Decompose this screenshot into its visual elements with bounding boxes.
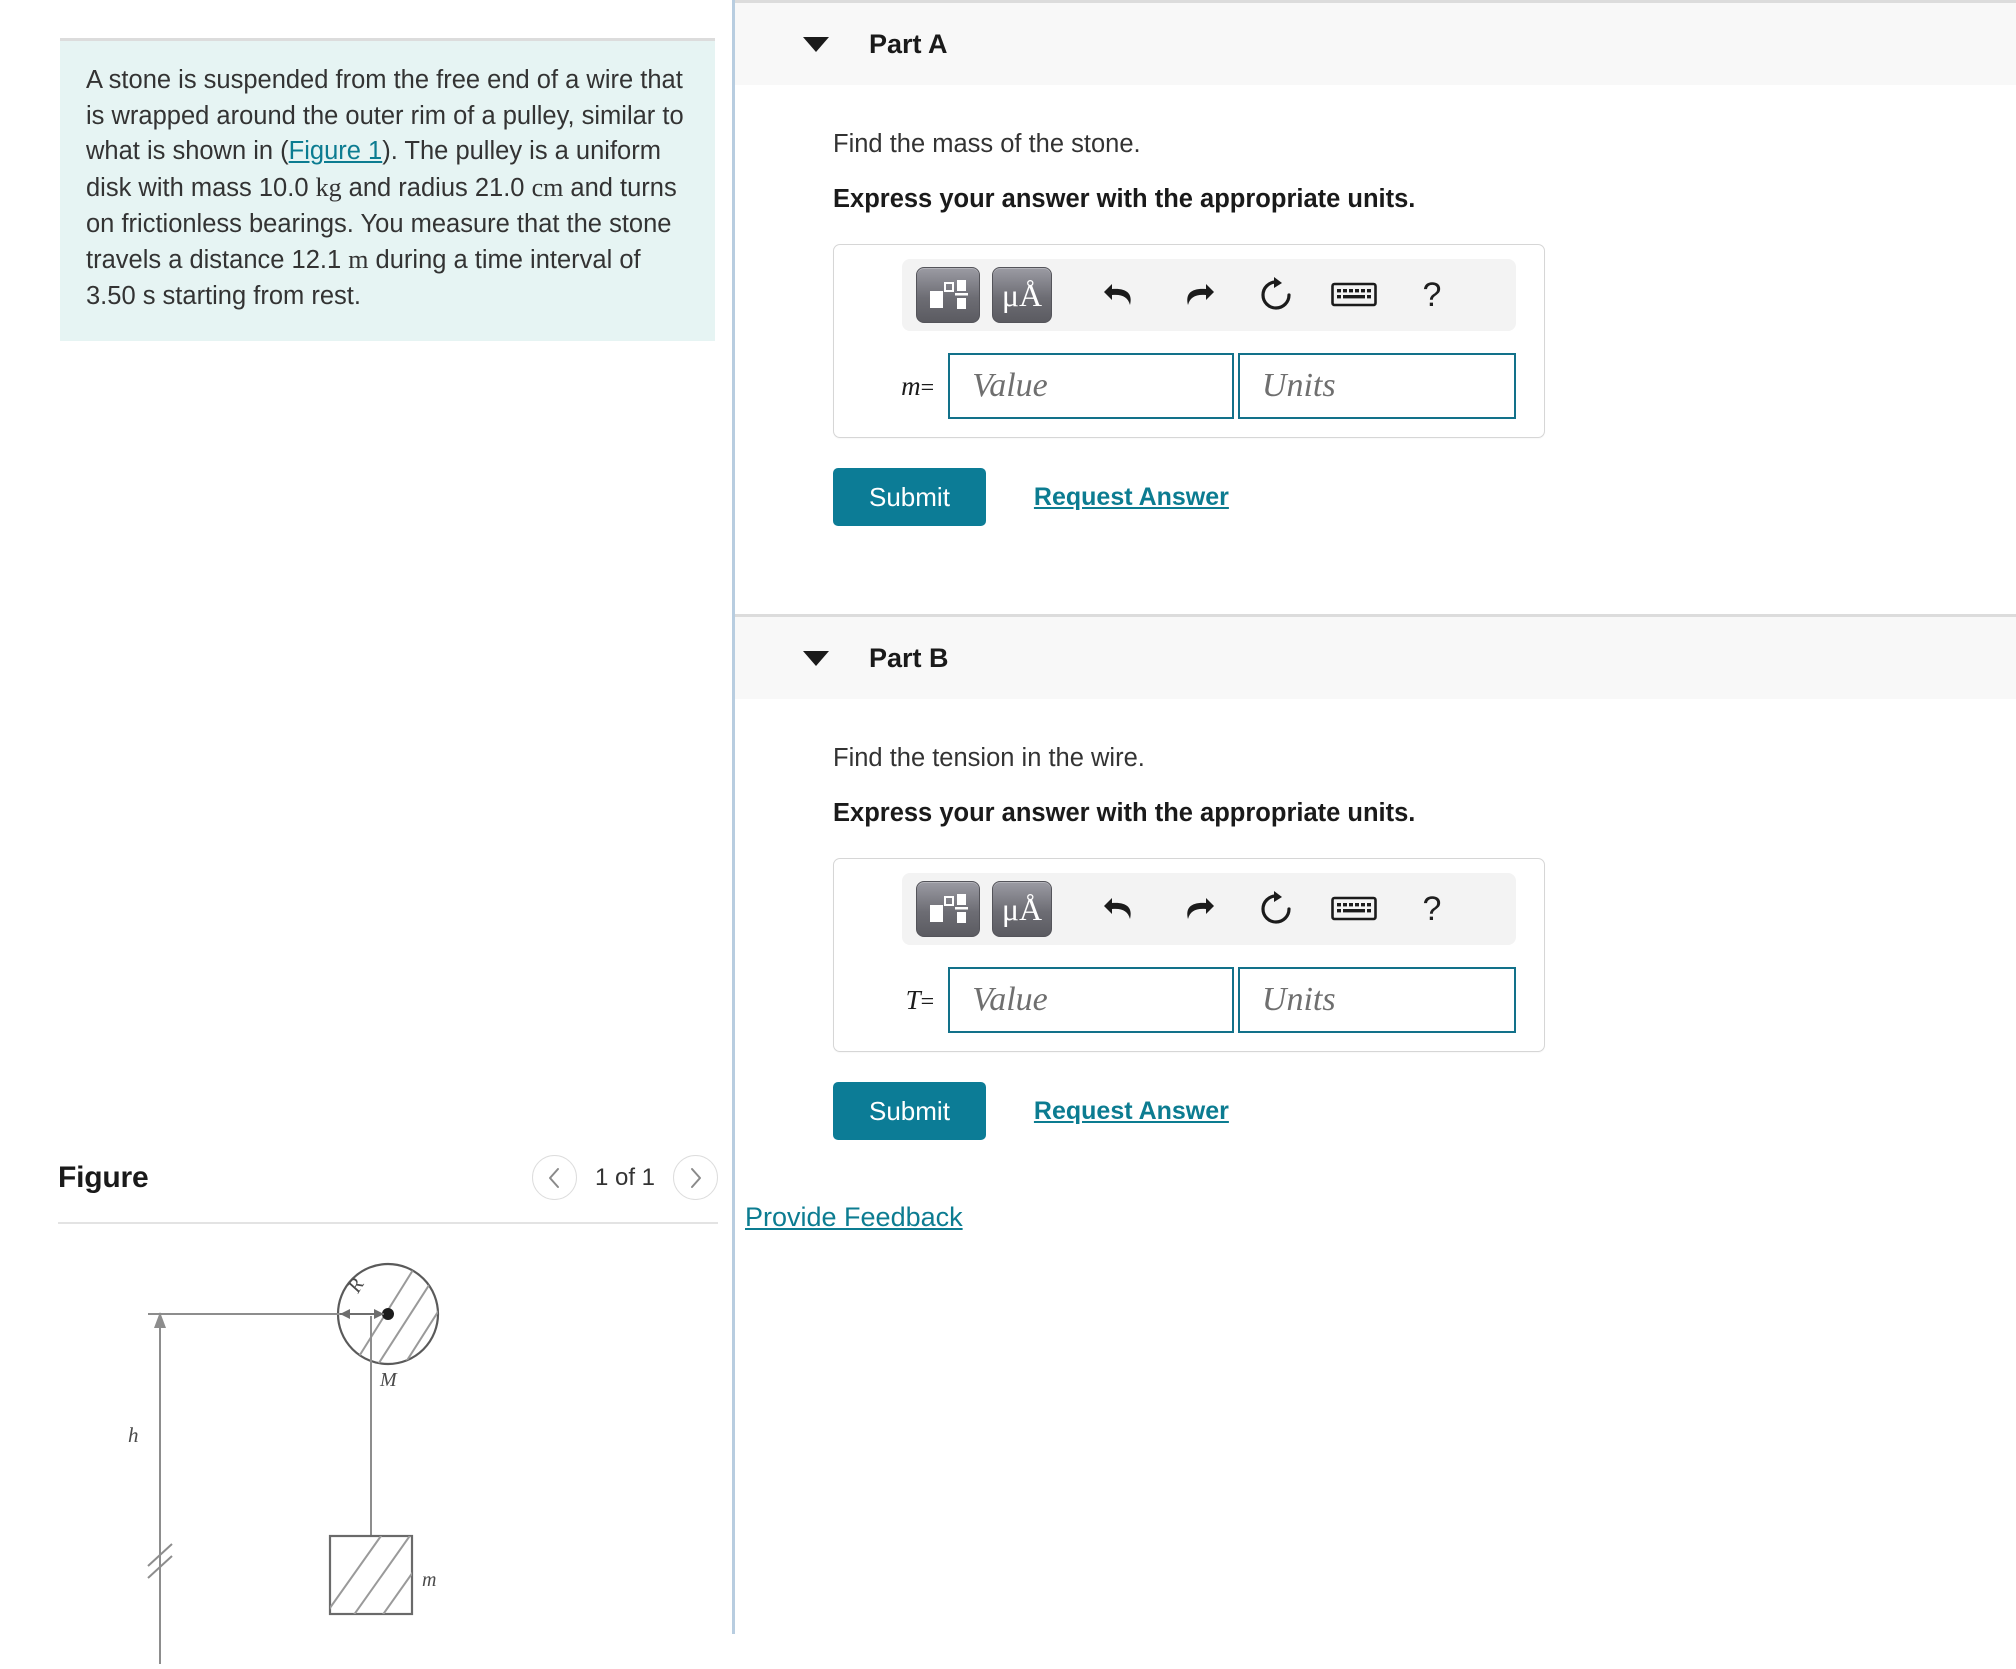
part-b-actions: Submit Request Answer (833, 1082, 2016, 1140)
part-b-equals: = (920, 988, 935, 1015)
part-a-answer-box: μÅ ? m= Value Units (833, 244, 1545, 438)
redo-button[interactable] (1170, 881, 1226, 937)
unit-kg: kg (315, 173, 342, 203)
part-b-answer-box: μÅ ? T= Value Units (833, 858, 1545, 1052)
part-a-request-answer-link[interactable]: Request Answer (1034, 483, 1229, 512)
unit-m: m (348, 245, 369, 275)
micro-angstrom-icon: μÅ (1001, 891, 1043, 927)
right-panel: Part A Find the mass of the stone. Expre… (735, 0, 2016, 1634)
micro-angstrom-icon: μÅ (1001, 277, 1043, 313)
figure-pager: 1 of 1 (531, 1155, 718, 1200)
units-button[interactable]: μÅ (992, 881, 1052, 937)
undo-icon (1104, 284, 1131, 305)
figure-next-button[interactable] (673, 1155, 718, 1200)
redo-button[interactable] (1170, 267, 1226, 323)
part-b-collapse-caret-icon[interactable] (803, 650, 829, 666)
part-b-math-toolbar: μÅ ? (902, 873, 1516, 945)
help-button[interactable]: ? (1404, 267, 1460, 323)
figure-prev-button[interactable] (531, 1155, 577, 1200)
keyboard-button[interactable] (1326, 267, 1382, 323)
part-a-value-input[interactable]: Value (948, 353, 1234, 419)
part-b-instruction: Express your answer with the appropriate… (833, 799, 1416, 827)
reset-icon (1261, 891, 1291, 924)
help-button[interactable]: ? (1404, 881, 1460, 937)
provide-feedback-link[interactable]: Provide Feedback (745, 1202, 963, 1232)
part-b-value-placeholder: Value (972, 981, 1048, 1018)
pulley-mass-label: M (379, 1369, 398, 1391)
part-a-prompt: Find the mass of the stone. (833, 130, 1141, 158)
part-a-answer-row: m= Value Units (834, 353, 1516, 419)
problem-seg-5: and radius 21.0 (341, 174, 532, 203)
feedback-section: Provide Feedback (735, 1140, 2016, 1233)
part-a-collapse-caret-icon[interactable] (803, 36, 829, 52)
part-a-units-placeholder: Units (1261, 367, 1336, 404)
part-a-variable: m (901, 370, 921, 401)
part-b-body: Find the tension in the wire. Express yo… (735, 699, 2016, 1140)
part-b-variable: T (905, 984, 921, 1015)
part-b-answer-row: T= Value Units (834, 967, 1516, 1033)
pulley-stone-diagram: R M m h (128, 1262, 440, 1664)
part-a-equals: = (920, 374, 935, 401)
reset-button[interactable] (1248, 881, 1304, 937)
figure-panel: Figure 1 of 1 R M m h (58, 1155, 718, 1664)
math-template-icon (930, 894, 968, 923)
chevron-right-icon (690, 1167, 701, 1188)
figure-diagram: R M m h (58, 1244, 718, 1664)
part-b-variable-label: T= (854, 985, 948, 1016)
part-b-request-answer-link[interactable]: Request Answer (1034, 1097, 1229, 1126)
keyboard-icon (1331, 282, 1377, 307)
units-button[interactable]: μÅ (992, 267, 1052, 323)
stone-block (328, 1534, 414, 1616)
problem-statement-box: A stone is suspended from the free end o… (60, 38, 715, 341)
redo-icon (1187, 898, 1214, 919)
redo-icon (1187, 284, 1214, 305)
reset-button[interactable] (1248, 267, 1304, 323)
reset-icon (1261, 277, 1291, 310)
part-b-units-input[interactable]: Units (1237, 967, 1516, 1033)
part-a-instruction: Express your answer with the appropriate… (833, 185, 1416, 213)
section-spacer-a (735, 526, 2016, 614)
problem-page: A stone is suspended from the free end o… (0, 0, 2016, 1664)
part-a-variable-label: m= (854, 371, 948, 402)
part-a-header[interactable]: Part A (735, 0, 2016, 85)
part-b-header[interactable]: Part B (735, 614, 2016, 699)
left-panel: A stone is suspended from the free end o… (0, 0, 735, 1664)
unit-cm: cm (531, 173, 564, 203)
part-a-math-toolbar: μÅ ? (902, 259, 1516, 331)
math-template-icon (930, 280, 968, 309)
figure-1-link[interactable]: Figure 1 (289, 137, 383, 165)
part-a-actions: Submit Request Answer (833, 468, 2016, 526)
part-b-value-input[interactable]: Value (948, 967, 1234, 1033)
part-a-submit-button[interactable]: Submit (833, 468, 986, 526)
keyboard-icon (1331, 896, 1377, 921)
block-mass-label: m (422, 1569, 436, 1591)
undo-button[interactable] (1092, 267, 1148, 323)
math-template-button[interactable] (916, 881, 980, 937)
figure-title: Figure (58, 1160, 149, 1194)
undo-icon (1104, 898, 1131, 919)
part-a-units-input[interactable]: Units (1237, 353, 1516, 419)
part-a-value-placeholder: Value (972, 367, 1048, 404)
part-b-submit-button[interactable]: Submit (833, 1082, 986, 1140)
keyboard-button[interactable] (1326, 881, 1382, 937)
part-b-prompt: Find the tension in the wire. (833, 744, 1145, 772)
chevron-left-icon (549, 1167, 560, 1188)
height-label: h (128, 1423, 139, 1447)
undo-button[interactable] (1092, 881, 1148, 937)
part-b-label: Part B (869, 642, 949, 673)
part-b-units-placeholder: Units (1261, 981, 1336, 1018)
figure-page-indicator: 1 of 1 (594, 1163, 655, 1191)
figure-header: Figure 1 of 1 (58, 1155, 718, 1224)
part-a-label: Part A (869, 28, 948, 59)
problem-statement-text: A stone is suspended from the free end o… (86, 63, 689, 315)
math-template-button[interactable] (916, 267, 980, 323)
part-a-body: Find the mass of the stone. Express your… (735, 85, 2016, 526)
